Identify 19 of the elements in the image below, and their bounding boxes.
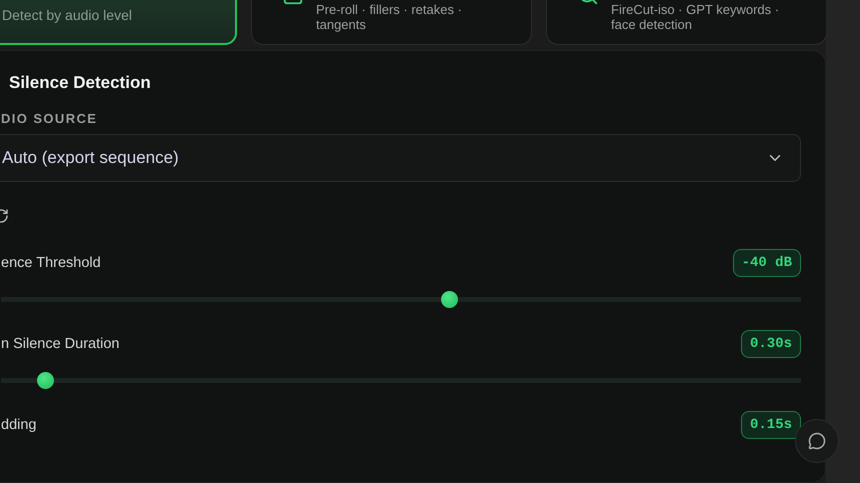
scrollbar-track[interactable]: [826, 0, 860, 483]
mode-card[interactable]: Detect by audio level: [0, 0, 237, 45]
mode-card[interactable]: FireCut-iso · GPT keywords · face detection: [546, 0, 827, 45]
setting-label: n Silence Duration: [1, 336, 120, 352]
mode-card[interactable]: Pre-roll · fillers · retakes · tangents: [251, 0, 532, 45]
chat-bubble-icon: [808, 432, 826, 450]
value-readout: 0.30s: [740, 330, 801, 358]
setting-label: dding: [1, 417, 36, 433]
card-description: Pre-roll · fillers · retakes · tangents: [316, 2, 462, 34]
field-label: DIO SOURCE: [1, 111, 98, 126]
card-description: FireCut-iso · GPT keywords · face detection: [611, 2, 780, 34]
card-subtitle: Detect by audio level: [2, 7, 132, 25]
audio-source-select[interactable]: Auto (export sequence): [0, 134, 801, 182]
value-readout: -40 dB: [732, 249, 801, 277]
slider-thumb[interactable]: [441, 291, 458, 308]
setting-label: ence Threshold: [1, 255, 101, 271]
panel-title: Silence Detection: [9, 73, 152, 94]
value-readout: 0.15s: [740, 411, 801, 439]
slider-thumb[interactable]: [37, 372, 54, 389]
